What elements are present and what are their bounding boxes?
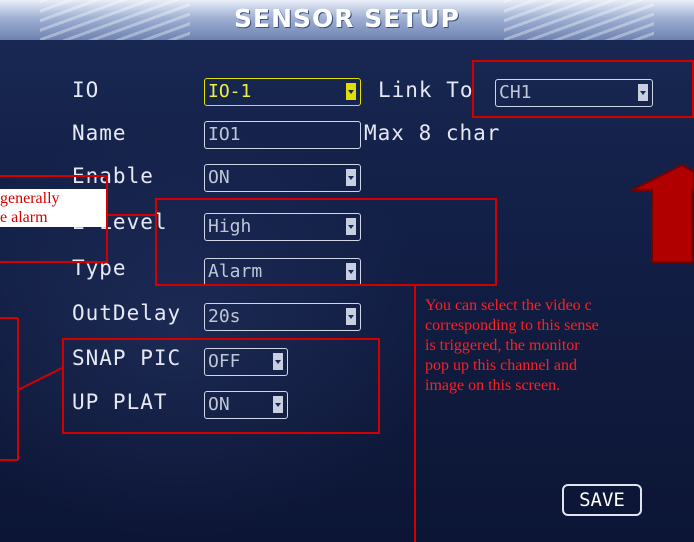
link-to-highlight [472,60,694,118]
note-line: pop up this channel and [425,357,577,374]
note-line: is triggered, the monitor [425,337,580,354]
note-line: image on this screen. [425,377,561,394]
callout-line: e alarm [0,209,48,226]
left-callout: generally e alarm [0,189,106,227]
callout-line: generally [0,190,60,207]
callout-connector [17,367,63,391]
note-line: corresponding to this sense [425,317,599,334]
level-type-highlight [155,198,497,286]
snap-upload-highlight [62,338,380,434]
arrow-up-icon [631,163,694,263]
video-note: You can select the video c corresponding… [425,296,694,396]
note-line: You can select the video c [425,297,592,314]
